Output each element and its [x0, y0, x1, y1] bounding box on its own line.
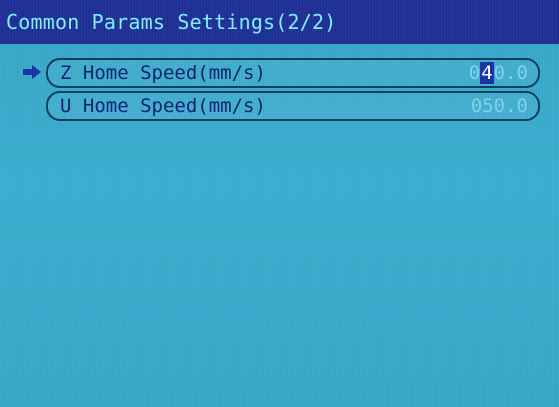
param-row-u-home-speed[interactable]: U Home Speed(mm/s) 050.0: [46, 91, 540, 121]
value-digit: 0: [468, 62, 481, 84]
lcd-screen: Common Params Settings(2/2) Z Home Speed…: [0, 0, 559, 407]
param-value-input[interactable]: 050.0: [471, 95, 528, 117]
title-bar: Common Params Settings(2/2): [0, 0, 559, 44]
arrow-right-icon: [20, 60, 44, 84]
param-label: Z Home Speed(mm/s): [60, 62, 266, 84]
param-value-input[interactable]: 0 4 0.0: [469, 62, 528, 84]
page-title: Common Params Settings(2/2): [6, 10, 337, 34]
param-label: U Home Speed(mm/s): [60, 95, 266, 117]
value-digits: 0.0: [493, 62, 528, 84]
cursor-digit[interactable]: 4: [480, 62, 494, 84]
param-row-z-home-speed[interactable]: Z Home Speed(mm/s) 0 4 0.0: [46, 58, 540, 88]
